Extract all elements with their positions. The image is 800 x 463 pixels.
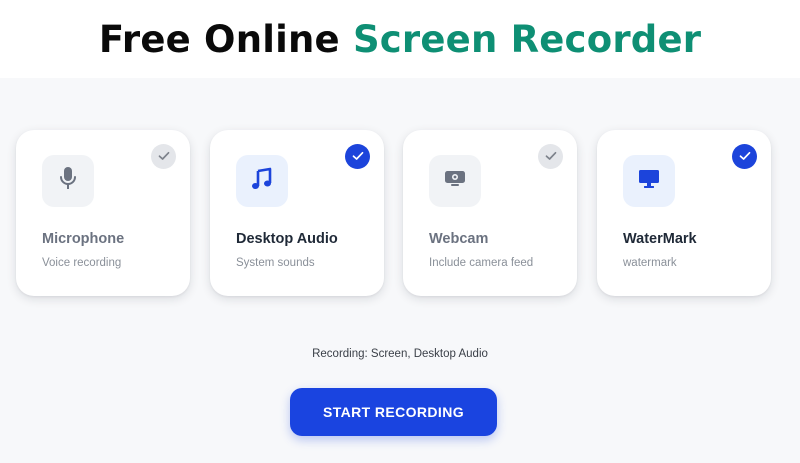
music-note-icon: [250, 167, 274, 196]
option-label: Webcam: [429, 231, 489, 247]
option-description: Include camera feed: [429, 257, 534, 269]
option-icon-tile: [42, 155, 94, 207]
option-icon-tile: [623, 155, 675, 207]
option-checkbox[interactable]: [345, 144, 370, 169]
check-icon: [158, 148, 170, 166]
option-checkbox[interactable]: [732, 144, 757, 169]
option-description: System sounds: [236, 257, 315, 269]
option-card-webcam[interactable]: Webcam Include camera feed: [403, 130, 577, 296]
option-card-desktop-audio[interactable]: Desktop Audio System sounds: [210, 130, 384, 296]
option-label: WaterMark: [623, 231, 697, 247]
start-recording-button[interactable]: START RECORDING: [290, 388, 497, 436]
main-panel: Microphone Voice recording Desktop Audio…: [0, 78, 800, 463]
option-icon-tile: [236, 155, 288, 207]
option-checkbox[interactable]: [538, 144, 563, 169]
option-checkbox[interactable]: [151, 144, 176, 169]
page-title-main: Free Online: [98, 17, 340, 61]
check-icon: [739, 148, 751, 166]
option-label: Desktop Audio: [236, 231, 338, 247]
recording-status: Recording: Screen, Desktop Audio: [312, 348, 488, 360]
page-title-accent: Screen Recorder: [352, 17, 702, 61]
option-card-microphone[interactable]: Microphone Voice recording: [16, 130, 190, 296]
check-icon: [545, 148, 557, 166]
page-header: Free Online Screen Recorder: [0, 0, 800, 78]
option-card-watermark[interactable]: WaterMark watermark: [597, 130, 771, 296]
option-icon-tile: [429, 155, 481, 207]
monitor-icon: [638, 169, 660, 194]
option-description: Voice recording: [42, 257, 122, 269]
webcam-icon: [443, 169, 467, 194]
option-label: Microphone: [42, 231, 125, 247]
check-icon: [352, 148, 364, 166]
option-description: watermark: [623, 257, 677, 269]
microphone-icon: [59, 166, 77, 197]
page-title: Free Online Screen Recorder: [99, 18, 701, 61]
